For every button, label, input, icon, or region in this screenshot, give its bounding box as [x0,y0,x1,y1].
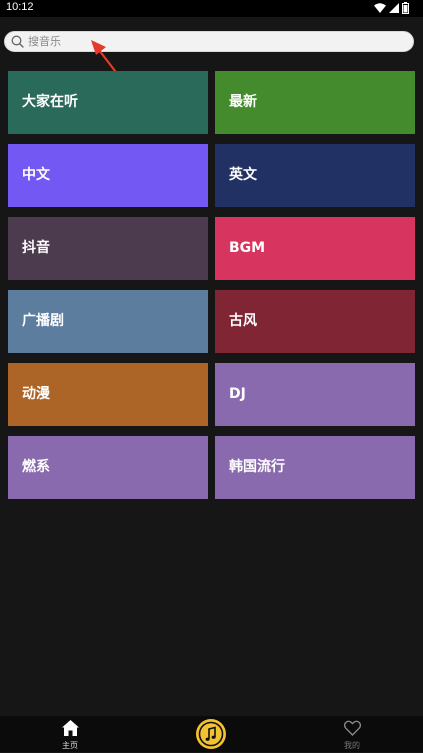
nav-mine[interactable]: 我的 [338,720,366,750]
category-label: 燃系 [22,459,50,475]
category-label: 动漫 [22,386,50,402]
category-label: 韩国流行 [229,459,285,475]
battery-icon [402,2,409,14]
category-tile[interactable]: 燃系 [8,436,208,499]
search-input[interactable] [28,33,398,50]
search-icon [11,35,24,48]
category-tile[interactable]: 中文 [8,144,208,207]
wifi-icon [374,3,386,13]
nav-home[interactable]: 主页 [56,720,84,750]
status-time: 10:12 [6,1,34,13]
category-tile[interactable]: 古风 [215,290,415,353]
category-label: 广播剧 [22,313,64,329]
category-tile[interactable]: 动漫 [8,363,208,426]
music-note-icon [198,721,224,747]
category-tile[interactable]: BGM [215,217,415,280]
status-icons [374,2,409,14]
search-bar[interactable] [4,31,414,52]
player-button[interactable] [196,719,226,749]
category-tile[interactable]: 抖音 [8,217,208,280]
heart-icon [343,720,361,736]
signal-icon [389,3,399,13]
category-tile[interactable]: 韩国流行 [215,436,415,499]
status-bar: 10:12 [0,0,423,17]
category-tile[interactable]: 最新 [215,71,415,134]
category-tile[interactable]: DJ [215,363,415,426]
category-tile[interactable]: 大家在听 [8,71,208,134]
category-tile[interactable]: 英文 [215,144,415,207]
category-label: 古风 [229,313,257,329]
category-label: 最新 [229,94,257,110]
category-tile[interactable]: 广播剧 [8,290,208,353]
category-label: 英文 [229,167,257,183]
category-label: DJ [229,386,246,402]
category-label: BGM [229,240,266,256]
category-label: 中文 [22,167,50,183]
category-label: 大家在听 [22,94,78,110]
bottom-nav: 主页 我的 [0,716,423,752]
category-label: 抖音 [22,240,50,256]
home-icon [61,720,79,736]
nav-home-label: 主页 [62,741,78,750]
category-grid: 大家在听 最新中文 英文抖音 BGM 广播剧 古风动漫 DJ 燃系 韩国流行 [8,71,416,499]
nav-mine-label: 我的 [344,741,360,750]
